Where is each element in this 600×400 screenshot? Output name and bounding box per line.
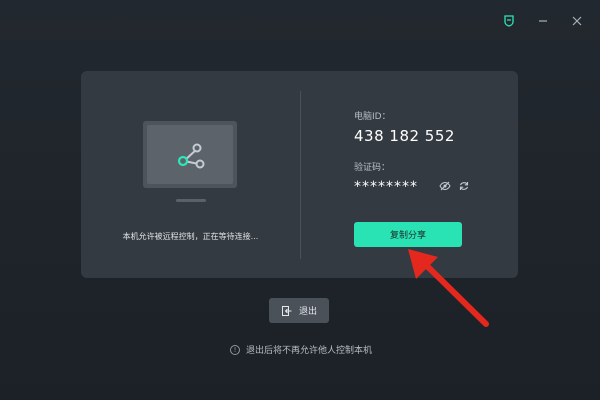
exit-button[interactable]: 退出: [269, 298, 329, 323]
code-label: 验证码：: [354, 163, 391, 173]
refresh-icon[interactable]: [458, 180, 470, 192]
exit-icon: [281, 305, 292, 316]
remote-control-card: 本机允许被远程控制，正在等待连接... 电脑ID： 438 182 552 验证…: [81, 71, 518, 278]
eye-hidden-icon[interactable]: [439, 180, 451, 192]
monitor-icon: [143, 121, 237, 188]
info-icon: !: [230, 344, 240, 355]
copy-share-button[interactable]: 复制分享: [354, 222, 462, 247]
window-controls: [502, 14, 584, 28]
shield-icon[interactable]: [502, 14, 516, 28]
verification-code: ********: [354, 179, 418, 195]
divider: [300, 91, 301, 259]
exit-note: ! 退出后将不再允许他人控制本机: [230, 343, 372, 356]
exit-note-text: 退出后将不再允许他人控制本机: [246, 346, 373, 356]
close-icon[interactable]: [570, 14, 584, 28]
minimize-icon[interactable]: [536, 14, 550, 28]
id-label: 电脑ID：: [354, 112, 391, 122]
device-id: 438 182 552: [354, 127, 455, 145]
exit-button-label: 退出: [298, 307, 317, 317]
status-text: 本机允许被远程控制，正在等待连接...: [122, 232, 259, 241]
share-icon: [177, 143, 205, 169]
annotation-arrow: [408, 249, 489, 327]
monitor-stand: [176, 199, 206, 202]
